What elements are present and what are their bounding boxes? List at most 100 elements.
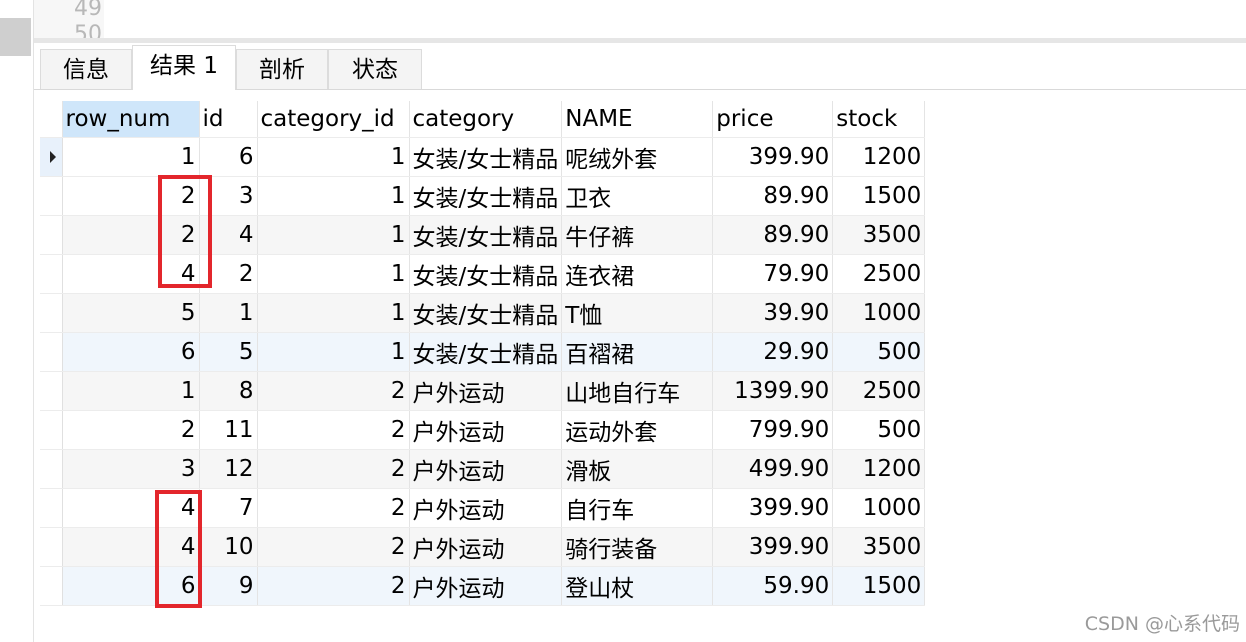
cell-id[interactable]: 11 — [199, 410, 258, 450]
cell-category-id[interactable]: 1 — [257, 332, 410, 372]
cell-category-id[interactable]: 1 — [257, 254, 410, 294]
cell-category-id[interactable]: 2 — [257, 410, 410, 450]
cell-id[interactable]: 7 — [199, 488, 258, 528]
cell-stock[interactable]: 500 — [832, 332, 926, 372]
cell-id[interactable]: 8 — [199, 371, 258, 411]
row-header[interactable] — [40, 410, 63, 450]
cell-category[interactable]: 户外运动 — [409, 527, 563, 567]
row-header[interactable] — [40, 566, 63, 606]
cell-category-id[interactable]: 2 — [257, 488, 410, 528]
cell-name[interactable]: 登山杖 — [561, 566, 714, 606]
cell-row-num[interactable]: 5 — [62, 293, 200, 333]
row-header[interactable] — [40, 254, 63, 294]
cell-category[interactable]: 户外运动 — [409, 488, 563, 528]
row-header[interactable] — [40, 449, 63, 489]
cell-name[interactable]: 百褶裙 — [561, 332, 714, 372]
cell-category[interactable]: 户外运动 — [409, 566, 563, 606]
tab-result-1[interactable]: 结果 1 — [132, 45, 236, 90]
cell-stock[interactable]: 1200 — [832, 137, 926, 177]
cell-id[interactable]: 1 — [199, 293, 258, 333]
cell-stock[interactable]: 1500 — [832, 176, 926, 216]
cell-name[interactable]: 自行车 — [561, 488, 714, 528]
cell-row-num[interactable]: 3 — [62, 449, 200, 489]
cell-price[interactable]: 29.90 — [712, 332, 834, 372]
row-header[interactable] — [40, 293, 63, 333]
column-header-row-num[interactable]: row_num — [62, 101, 200, 138]
row-header[interactable] — [40, 488, 63, 528]
cell-category-id[interactable]: 2 — [257, 566, 410, 606]
cell-category[interactable]: 女装/女士精品 — [409, 293, 563, 333]
cell-category-id[interactable]: 1 — [257, 215, 410, 255]
cell-stock[interactable]: 1500 — [832, 566, 926, 606]
row-header[interactable] — [40, 371, 63, 411]
cell-price[interactable]: 89.90 — [712, 176, 834, 216]
table-row[interactable]: 1 8 2 户外运动 山地自行车 1399.90 2500 — [40, 371, 926, 411]
cell-id[interactable]: 12 — [199, 449, 258, 489]
table-row[interactable]: 6 5 1 女装/女士精品 百褶裙 29.90 500 — [40, 332, 926, 372]
cell-category[interactable]: 户外运动 — [409, 410, 563, 450]
cell-category-id[interactable]: 2 — [257, 527, 410, 567]
column-header-stock[interactable]: stock — [832, 101, 926, 138]
cell-id[interactable]: 9 — [199, 566, 258, 606]
tab-profile[interactable]: 剖析 — [236, 49, 328, 90]
cell-category-id[interactable]: 1 — [257, 176, 410, 216]
cell-category[interactable]: 女装/女士精品 — [409, 137, 563, 177]
cell-stock[interactable]: 3500 — [832, 215, 926, 255]
column-header-category-id[interactable]: category_id — [257, 101, 410, 138]
table-row[interactable]: 1 6 1 女装/女士精品 呢绒外套 399.90 1200 — [40, 137, 926, 177]
cell-stock[interactable]: 2500 — [832, 254, 926, 294]
cell-stock[interactable]: 1200 — [832, 449, 926, 489]
cell-category[interactable]: 女装/女士精品 — [409, 215, 563, 255]
cell-category[interactable]: 女装/女士精品 — [409, 176, 563, 216]
cell-row-num[interactable]: 2 — [62, 410, 200, 450]
cell-stock[interactable]: 1000 — [832, 293, 926, 333]
cell-name[interactable]: 运动外套 — [561, 410, 714, 450]
row-header[interactable] — [40, 332, 63, 372]
column-header-id[interactable]: id — [199, 101, 258, 138]
cell-name[interactable]: 山地自行车 — [561, 371, 714, 411]
cell-stock[interactable]: 500 — [832, 410, 926, 450]
row-header[interactable] — [40, 215, 63, 255]
cell-name[interactable]: 呢绒外套 — [561, 137, 714, 177]
cell-stock[interactable]: 3500 — [832, 527, 926, 567]
cell-price[interactable]: 89.90 — [712, 215, 834, 255]
cell-id[interactable]: 10 — [199, 527, 258, 567]
row-header[interactable] — [40, 137, 63, 177]
row-header[interactable] — [40, 527, 63, 567]
cell-category-id[interactable]: 2 — [257, 449, 410, 489]
table-row[interactable]: 2 11 2 户外运动 运动外套 799.90 500 — [40, 410, 926, 450]
cell-name[interactable]: T恤 — [561, 293, 714, 333]
cell-price[interactable]: 79.90 — [712, 254, 834, 294]
row-header[interactable] — [40, 176, 63, 216]
cell-stock[interactable]: 2500 — [832, 371, 926, 411]
column-header-category[interactable]: category — [409, 101, 563, 138]
cell-price[interactable]: 499.90 — [712, 449, 834, 489]
cell-price[interactable]: 39.90 — [712, 293, 834, 333]
column-header-name[interactable]: NAME — [561, 101, 714, 138]
column-header-price[interactable]: price — [712, 101, 834, 138]
cell-id[interactable]: 6 — [199, 137, 258, 177]
cell-category-id[interactable]: 2 — [257, 371, 410, 411]
cell-id[interactable]: 5 — [199, 332, 258, 372]
cell-category-id[interactable]: 1 — [257, 137, 410, 177]
cell-category[interactable]: 女装/女士精品 — [409, 332, 563, 372]
cell-price[interactable]: 399.90 — [712, 137, 834, 177]
cell-name[interactable]: 骑行装备 — [561, 527, 714, 567]
tab-status[interactable]: 状态 — [328, 49, 422, 90]
cell-row-num[interactable]: 1 — [62, 371, 200, 411]
cell-stock[interactable]: 1000 — [832, 488, 926, 528]
cell-price[interactable]: 399.90 — [712, 488, 834, 528]
cell-price[interactable]: 799.90 — [712, 410, 834, 450]
cell-category-id[interactable]: 1 — [257, 293, 410, 333]
table-row[interactable]: 3 12 2 户外运动 滑板 499.90 1200 — [40, 449, 926, 489]
cell-row-num[interactable]: 6 — [62, 332, 200, 372]
cell-name[interactable]: 卫衣 — [561, 176, 714, 216]
cell-row-num[interactable]: 1 — [62, 137, 200, 177]
cell-name[interactable]: 连衣裙 — [561, 254, 714, 294]
cell-category[interactable]: 户外运动 — [409, 449, 563, 489]
cell-price[interactable]: 399.90 — [712, 527, 834, 567]
tab-info[interactable]: 信息 — [40, 49, 132, 90]
table-row[interactable]: 5 1 1 女装/女士精品 T恤 39.90 1000 — [40, 293, 926, 333]
sql-editor[interactable]: 49 50 — [0, 0, 1246, 47]
cell-name[interactable]: 牛仔裤 — [561, 215, 714, 255]
